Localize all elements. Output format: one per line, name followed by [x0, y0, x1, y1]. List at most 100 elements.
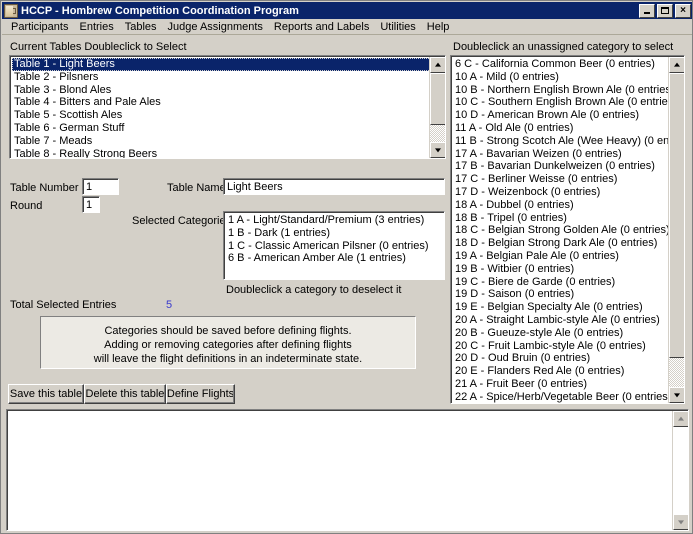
define-flights-button-label: Define Flights: [166, 388, 235, 400]
scroll-down-icon[interactable]: [673, 514, 688, 530]
unassigned-category-item[interactable]: 17 C - Berliner Weisse (0 entries): [453, 173, 684, 186]
delete-button-label: Delete this table: [85, 388, 165, 400]
current-tables-listbox[interactable]: Table 1 - Light Beers Table 2 - Pilsners T…: [9, 55, 446, 159]
unassigned-category-item[interactable]: 17 A - Bavarian Weizen (0 entries): [453, 148, 684, 161]
unassigned-categories-rows: 6 C - California Common Beer (0 entries)…: [453, 58, 684, 403]
scroll-up-icon[interactable]: [669, 57, 684, 73]
unassigned-category-item[interactable]: 20 D - Oud Bruin (0 entries): [453, 352, 684, 365]
table-number-input[interactable]: 1: [82, 178, 119, 195]
unassigned-category-item[interactable]: 18 A - Dubbel (0 entries): [453, 199, 684, 212]
close-icon: ×: [680, 4, 686, 16]
selected-category-item[interactable]: 1 C - Classic American Pilsner (0 entrie…: [226, 240, 444, 253]
unassigned-category-item[interactable]: 10 D - American Brown Ale (0 entries): [453, 109, 684, 122]
close-button[interactable]: ×: [675, 3, 691, 18]
warning-line-3: will leave the flight definitions in an …: [93, 353, 363, 365]
table-list-item[interactable]: Table 8 - Really Strong Beers: [12, 148, 445, 158]
scroll-track[interactable]: [669, 73, 684, 387]
minimize-button[interactable]: [639, 3, 655, 18]
selected-category-item[interactable]: 1 B - Dark (1 entries): [226, 227, 444, 240]
scroll-up-icon[interactable]: [673, 411, 688, 427]
unassigned-category-item[interactable]: 17 B - Bavarian Dunkelweizen (0 entries): [453, 160, 684, 173]
unassigned-scrollbar[interactable]: [668, 57, 684, 403]
menu-item-tables[interactable]: Tables: [120, 20, 163, 34]
scroll-down-icon[interactable]: [430, 142, 445, 158]
current-tables-rows: Table 1 - Light Beers Table 2 - Pilsners T…: [12, 58, 445, 158]
application-window: HCCP - Hombrew Competition Coordination …: [0, 0, 693, 534]
unassigned-category-item[interactable]: 18 D - Belgian Strong Dark Ale (0 entrie…: [453, 237, 684, 250]
menu-item-participants[interactable]: Participants: [6, 20, 74, 34]
menu-item-judge-assignments[interactable]: Judge Assignments: [163, 20, 269, 34]
table-list-item[interactable]: Table 1 - Light Beers: [12, 58, 445, 71]
unassigned-category-item[interactable]: 21 A - Fruit Beer (0 entries): [453, 378, 684, 391]
table-name-value: Light Beers: [224, 179, 444, 194]
unassigned-category-item[interactable]: 19 E - Belgian Specialty Ale (0 entries): [453, 301, 684, 314]
unassigned-category-item[interactable]: 18 B - Tripel (0 entries): [453, 212, 684, 225]
current-tables-scrollbar[interactable]: [429, 57, 445, 158]
round-input[interactable]: 1: [82, 196, 100, 213]
log-scrollbar[interactable]: [672, 411, 688, 530]
unassigned-category-item[interactable]: 19 C - Biere de Garde (0 entries): [453, 276, 684, 289]
unassigned-categories-listbox[interactable]: 6 C - California Common Beer (0 entries)…: [450, 55, 685, 404]
scroll-track[interactable]: [673, 427, 688, 514]
unassigned-category-item[interactable]: 20 B - Gueuze-style Ale (0 entries): [453, 327, 684, 340]
unassigned-category-item[interactable]: 22 A - Spice/Herb/Vegetable Beer (0 entr…: [453, 391, 684, 403]
table-name-label: Table Name: [167, 182, 226, 194]
unassigned-category-item[interactable]: 18 C - Belgian Strong Golden Ale (0 entr…: [453, 224, 684, 237]
current-tables-heading: Current Tables Doubleclick to Select: [10, 41, 187, 53]
table-list-item[interactable]: Table 4 - Bitters and Pale Ales: [12, 96, 445, 109]
table-list-item[interactable]: Table 7 - Meads: [12, 135, 445, 148]
menu-bar: Participants Entries Tables Judge Assign…: [2, 19, 692, 35]
table-number-value: 1: [83, 179, 118, 194]
scroll-track[interactable]: [430, 73, 445, 142]
scroll-thumb[interactable]: [669, 73, 684, 358]
define-flights-button[interactable]: Define Flights: [166, 384, 235, 404]
maximize-button[interactable]: [657, 3, 673, 18]
unassigned-category-item[interactable]: 20 C - Fruit Lambic-style Ale (0 entries…: [453, 340, 684, 353]
round-value: 1: [83, 197, 99, 212]
menu-item-entries[interactable]: Entries: [74, 20, 119, 34]
selected-category-item[interactable]: 6 B - American Amber Ale (1 entries): [226, 252, 444, 265]
selected-categories-label: Selected Categories: [132, 215, 232, 227]
scroll-thumb[interactable]: [430, 73, 445, 125]
unassigned-heading: Doubleclick an unassigned category to se…: [453, 41, 674, 53]
window-title: HCCP - Hombrew Competition Coordination …: [21, 4, 299, 17]
table-list-item[interactable]: Table 2 - Pilsners: [12, 71, 445, 84]
window-controls: ×: [639, 3, 691, 18]
unassigned-category-item[interactable]: 17 D - Weizenbock (0 entries): [453, 186, 684, 199]
unassigned-category-item[interactable]: 11 A - Old Ale (0 entries): [453, 122, 684, 135]
table-name-input[interactable]: Light Beers: [223, 178, 445, 195]
beer-mug-icon: [4, 3, 18, 18]
menu-item-reports-and-labels[interactable]: Reports and Labels: [269, 20, 375, 34]
unassigned-category-item[interactable]: 10 A - Mild (0 entries): [453, 71, 684, 84]
menu-item-help[interactable]: Help: [422, 20, 456, 34]
unassigned-category-item[interactable]: 20 A - Straight Lambic-style Ale (0 entr…: [453, 314, 684, 327]
table-number-label: Table Number: [10, 182, 79, 194]
selected-categories-listbox[interactable]: 1 A - Light/Standard/Premium (3 entries)…: [223, 211, 445, 280]
unassigned-category-item[interactable]: 19 B - Witbier (0 entries): [453, 263, 684, 276]
title-bar: HCCP - Hombrew Competition Coordination …: [2, 2, 692, 19]
log-content: [10, 412, 670, 530]
unassigned-category-item[interactable]: 19 D - Saison (0 entries): [453, 288, 684, 301]
unassigned-category-item[interactable]: 19 A - Belgian Pale Ale (0 entries): [453, 250, 684, 263]
unassigned-category-item[interactable]: 6 C - California Common Beer (0 entries): [453, 58, 684, 71]
unassigned-category-item[interactable]: 20 E - Flanders Red Ale (0 entries): [453, 365, 684, 378]
selected-category-item[interactable]: 1 A - Light/Standard/Premium (3 entries): [226, 214, 444, 227]
unassigned-category-item[interactable]: 11 B - Strong Scotch Ale (Wee Heavy) (0 …: [453, 135, 684, 148]
log-pane[interactable]: [6, 409, 689, 531]
save-this-table-button[interactable]: Save this table: [8, 384, 84, 404]
delete-this-table-button[interactable]: Delete this table: [84, 384, 166, 404]
scroll-down-icon[interactable]: [669, 387, 684, 403]
table-list-item[interactable]: Table 6 - German Stuff: [12, 122, 445, 135]
save-button-label: Save this table: [9, 388, 83, 400]
menu-item-utilities[interactable]: Utilities: [375, 20, 421, 34]
table-list-item[interactable]: Table 3 - Blond Ales: [12, 84, 445, 97]
selected-categories-rows: 1 A - Light/Standard/Premium (3 entries)…: [226, 214, 444, 279]
round-label: Round: [10, 200, 43, 212]
deselect-hint: Doubleclick a category to deselect it: [226, 284, 402, 296]
warning-panel: Categories should be saved before defini…: [40, 316, 416, 369]
unassigned-category-item[interactable]: 10 C - Southern English Brown Ale (0 ent…: [453, 96, 684, 109]
unassigned-category-item[interactable]: 10 B - Northern English Brown Ale (0 ent…: [453, 84, 684, 97]
table-list-item[interactable]: Table 5 - Scottish Ales: [12, 109, 445, 122]
total-selected-entries-value: 5: [166, 299, 173, 311]
scroll-up-icon[interactable]: [430, 57, 445, 73]
